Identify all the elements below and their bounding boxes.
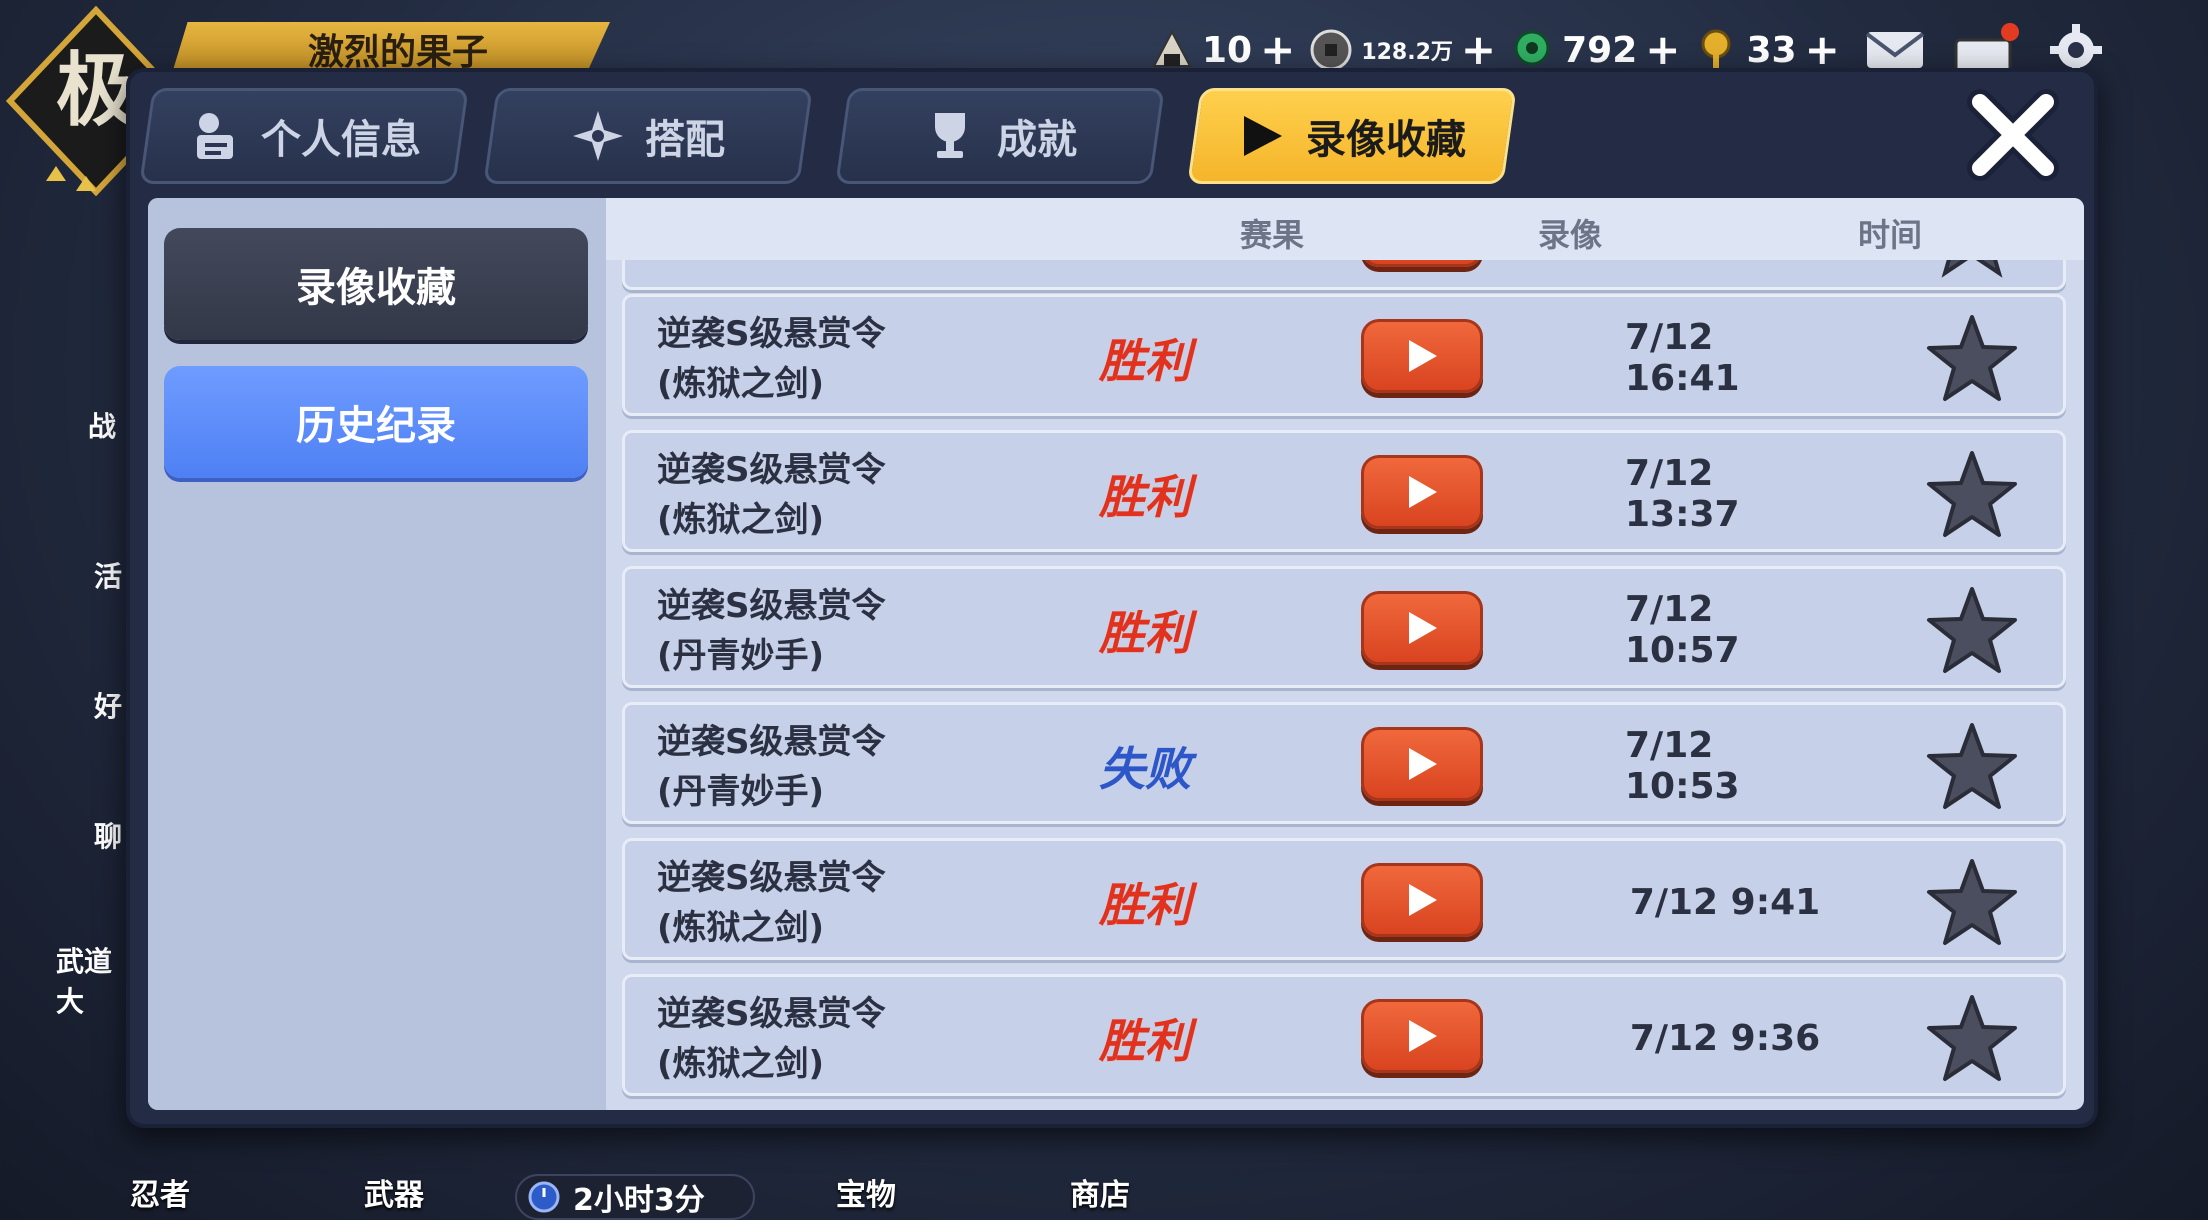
gold-key-icon: [1701, 29, 1731, 69]
coin-icon: [1310, 29, 1352, 71]
left-menu-activity[interactable]: 活: [38, 490, 138, 600]
play-icon: [1409, 340, 1437, 372]
match-result: 胜利: [1099, 606, 1191, 660]
match-result: 失败: [1099, 742, 1191, 796]
add-green-gem-button[interactable]: +: [1645, 29, 1680, 71]
play-video-button[interactable]: [1361, 591, 1483, 665]
tab-loadout[interactable]: 搭配: [483, 88, 813, 184]
match-time: 7/12 9:41: [1629, 881, 1821, 923]
match-time: 7/12 10:57: [1625, 589, 1740, 671]
match-title: 逆袭S级悬赏令 (炼狱之剑): [657, 314, 886, 404]
close-icon[interactable]: [1958, 80, 2068, 190]
sidebar-item-history[interactable]: 历史纪录: [164, 366, 588, 478]
match-time: 7/12 9:36: [1629, 1017, 1821, 1059]
mail-icon[interactable]: [1864, 27, 1926, 73]
profile-dialog: 个人信息 搭配 成就 录像收藏 录像收藏 历史纪录 赛果 录像 时间 逆袭S级悬…: [126, 68, 2098, 1128]
trophy-icon: [935, 113, 965, 158]
rice-ball-icon: [1152, 29, 1192, 67]
favorite-star-icon[interactable]: [1925, 991, 2019, 1085]
play-video-button[interactable]: [1361, 863, 1483, 937]
header-video: 录像: [1538, 216, 1603, 254]
play-video-button[interactable]: [1361, 999, 1483, 1073]
match-title: 逆袭S级悬赏令 (丹青妙手): [657, 586, 886, 676]
play-icon: [1409, 884, 1437, 916]
tab-personal-info[interactable]: 个人信息: [139, 88, 469, 184]
content-panel: 录像收藏 历史纪录 赛果 录像 时间 逆袭S级悬赏令 (炼狱之剑) 胜利 7/1…: [148, 198, 2084, 1110]
favorite-star-icon[interactable]: [1925, 855, 2019, 949]
sidebar: 录像收藏 历史纪录: [148, 198, 606, 1110]
play-icon: [1244, 116, 1282, 156]
match-time: 7/12 10:53: [1625, 725, 1740, 807]
play-video-button[interactable]: [1361, 455, 1483, 529]
sidebar-item-video-collection[interactable]: 录像收藏: [164, 228, 588, 340]
left-menu-battle[interactable]: 战: [38, 320, 138, 443]
match-result: 胜利: [1099, 334, 1191, 388]
add-gold-key-button[interactable]: +: [1805, 29, 1840, 71]
table-row: 逆袭S级悬赏令 (炼狱之剑) 胜利 7/12 13:37: [622, 430, 2066, 552]
play-icon: [1409, 1020, 1437, 1052]
left-menu-martial-arts[interactable]: 武道大: [38, 900, 138, 1018]
event-timer: 2小时3分: [515, 1174, 755, 1220]
bottom-nav-weapon[interactable]: 武器: [364, 1170, 424, 1214]
header-time: 时间: [1858, 216, 1923, 254]
match-time: 7/12 13:37: [1625, 453, 1740, 535]
play-video-button[interactable]: [1361, 319, 1483, 393]
table-row-partial: [622, 260, 2066, 290]
table-row: 逆袭S级悬赏令 (炼狱之剑) 胜利 7/12 9:41: [622, 838, 2066, 960]
table-row: 逆袭S级悬赏令 (炼狱之剑) 胜利 7/12 16:41: [622, 294, 2066, 416]
match-result: 胜利: [1099, 1014, 1191, 1068]
green-gem-icon: [1514, 30, 1550, 66]
match-time: 7/12 16:41: [1625, 317, 1740, 399]
match-title: 逆袭S级悬赏令 (炼狱之剑): [657, 858, 886, 948]
coin-currency: 128.2万 +: [1309, 28, 1496, 72]
match-title: 逆袭S级悬赏令 (丹青妙手): [657, 722, 886, 812]
favorite-star-icon[interactable]: [1925, 719, 2019, 813]
favorite-star-icon[interactable]: [1925, 583, 2019, 677]
favorite-star-icon[interactable]: [1925, 260, 2019, 279]
favorite-star-icon[interactable]: [1925, 447, 2019, 541]
play-video-button[interactable]: [1361, 727, 1483, 801]
add-rice-ball-button[interactable]: +: [1260, 29, 1295, 71]
rank-char: 极: [56, 44, 136, 137]
favorite-star-icon[interactable]: [1925, 311, 2019, 405]
play-icon: [1409, 748, 1437, 780]
gold-key-currency: 33 +: [1694, 28, 1840, 72]
profile-icon: [197, 113, 233, 159]
shuriken-icon: [573, 111, 623, 161]
tab-video-collection[interactable]: 录像收藏: [1187, 88, 1517, 184]
table-row: 逆袭S级悬赏令 (丹青妙手) 胜利 7/12 10:57: [622, 566, 2066, 688]
match-title: 逆袭S级悬赏令 (炼狱之剑): [657, 994, 886, 1084]
left-menu-friends[interactable]: 好: [38, 620, 138, 730]
play-icon: [1409, 476, 1437, 508]
match-result: 胜利: [1099, 878, 1191, 932]
add-coin-button[interactable]: +: [1461, 29, 1496, 71]
header-result: 赛果: [1240, 216, 1305, 254]
play-icon: [1409, 612, 1437, 644]
green-gem-currency: 792 +: [1510, 28, 1680, 72]
tab-achievements[interactable]: 成就: [835, 88, 1165, 184]
match-result: 胜利: [1099, 470, 1191, 524]
table-row: 逆袭S级悬赏令 (炼狱之剑) 胜利 7/12 9:36: [622, 974, 2066, 1096]
rice-ball-currency: 10 +: [1150, 28, 1295, 72]
bottom-nav-shop[interactable]: 商店: [1070, 1170, 1130, 1214]
bottom-nav-ninja[interactable]: 忍者: [130, 1170, 190, 1214]
table-header: 赛果 录像 时间: [606, 198, 2084, 260]
history-list: 逆袭S级悬赏令 (炼狱之剑) 胜利 7/12 16:41 逆袭S级悬赏令 (炼狱…: [622, 260, 2066, 1110]
match-title: 逆袭S级悬赏令 (炼狱之剑): [657, 450, 886, 540]
bottom-nav: 忍者 武器 宝物 商店: [0, 1130, 2208, 1220]
left-menu-chat[interactable]: 聊: [38, 750, 138, 860]
clock-icon: [528, 1181, 560, 1213]
play-video-button[interactable]: [1361, 260, 1483, 267]
bottom-nav-treasure[interactable]: 宝物: [836, 1170, 896, 1214]
table-row: 逆袭S级悬赏令 (丹青妙手) 失败 7/12 10:53: [622, 702, 2066, 824]
